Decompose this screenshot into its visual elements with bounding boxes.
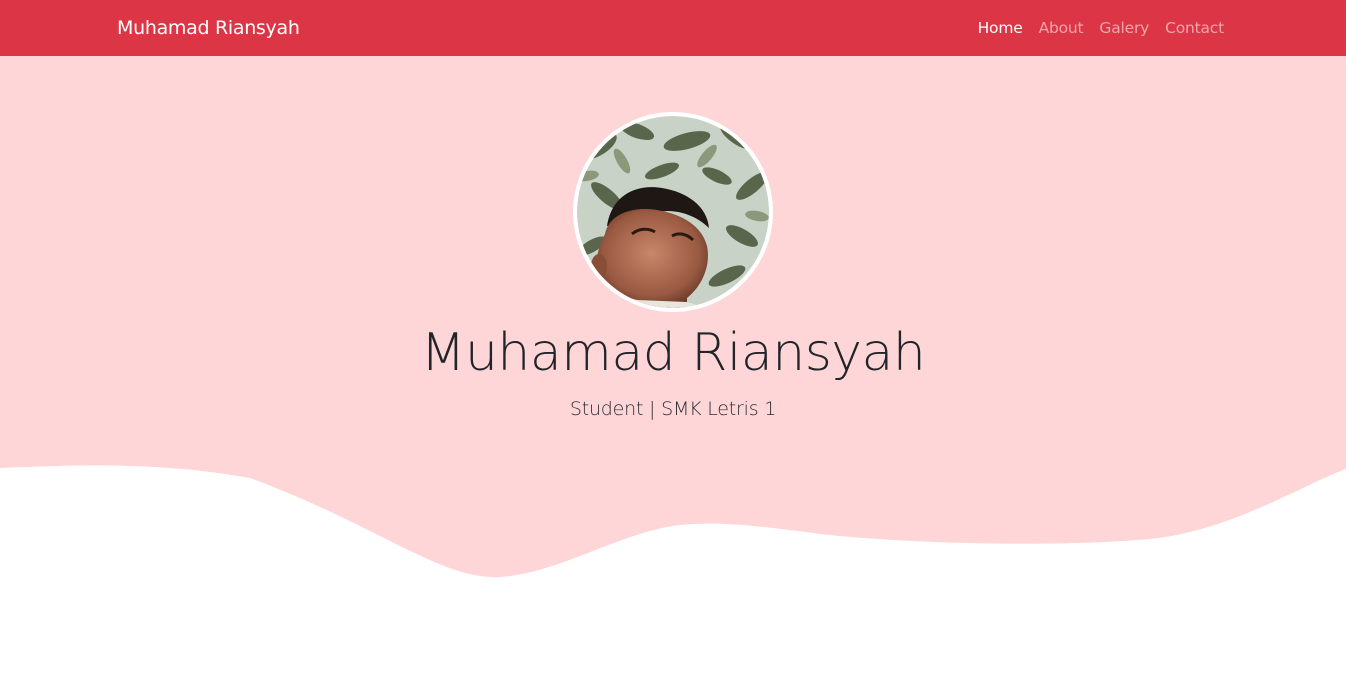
hero-title: Muhamad Riansyah (420, 323, 926, 383)
nav-link-about[interactable]: About (1039, 17, 1084, 39)
nav-link-galery[interactable]: Galery (1099, 17, 1149, 39)
nav-link-home[interactable]: Home (978, 17, 1023, 39)
nav-links: Home About Galery Contact (978, 17, 1225, 39)
nav-link-contact[interactable]: Contact (1165, 17, 1224, 39)
navbar: Muhamad Riansyah Home About Galery Conta… (0, 0, 1346, 56)
navbar-brand[interactable]: Muhamad Riansyah (117, 15, 300, 41)
hero-section: Muhamad Riansyah Student | SMK Letris 1 (0, 56, 1346, 596)
hero-subtitle: Student | SMK Letris 1 (569, 398, 777, 420)
avatar-frame (573, 112, 773, 312)
avatar (577, 116, 769, 308)
